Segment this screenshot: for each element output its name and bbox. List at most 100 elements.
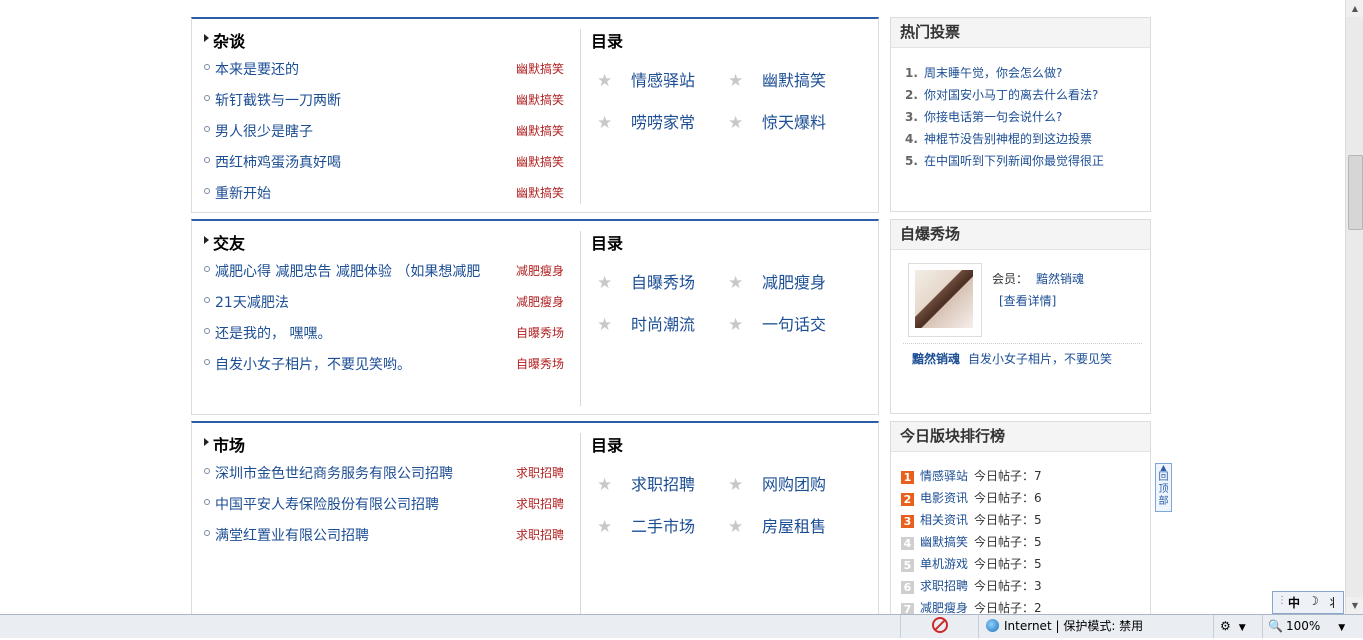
directory-link[interactable]: 惊天爆料 xyxy=(762,113,826,132)
topic-link[interactable]: 还是我的， 嘿嘿。 xyxy=(215,323,495,343)
topic-item[interactable]: 还是我的， 嘿嘿。 自曝秀场 xyxy=(204,323,564,343)
zoom-chevron-icon[interactable]: ▼ xyxy=(1338,623,1345,633)
topic-link[interactable]: 满堂红置业有限公司招聘 xyxy=(215,525,495,545)
vertical-scrollbar[interactable]: ▲ ▼ xyxy=(1345,0,1363,614)
topic-category[interactable]: 幽默搞笑 xyxy=(516,184,564,201)
board-link[interactable]: 相关资讯 xyxy=(920,513,968,527)
directory-item[interactable]: ★ 情感驿站 xyxy=(597,67,695,91)
directory-item[interactable]: ★ 自曝秀场 xyxy=(597,269,695,293)
topic-item[interactable]: 深圳市金色世纪商务服务有限公司招聘 求职招聘 xyxy=(204,463,564,483)
directory-link[interactable]: 房屋租售 xyxy=(762,517,826,536)
topic-item[interactable]: 中国平安人寿保险股份有限公司招聘 求职招聘 xyxy=(204,494,564,514)
directory-link[interactable]: 求职招聘 xyxy=(631,475,695,494)
topic-category[interactable]: 幽默搞笑 xyxy=(516,153,564,170)
directory-item[interactable]: ★ 一句话交 xyxy=(728,311,826,335)
board-link[interactable]: 求职招聘 xyxy=(920,579,968,593)
vote-item[interactable]: 2. 你对国安小马丁的离去什么看法? xyxy=(905,86,1098,103)
member-name-link[interactable]: 黯然销魂 xyxy=(1036,272,1084,286)
topic-link[interactable]: 中国平安人寿保险股份有限公司招聘 xyxy=(215,494,495,514)
member-avatar[interactable] xyxy=(908,263,982,337)
vote-link[interactable]: 你接电话第一句会说什么? xyxy=(924,110,1062,124)
topic-item[interactable]: 减肥心得 减肥忠告 减肥体验 （如果想减肥 减肥瘦身 xyxy=(204,261,564,281)
board-link[interactable]: 幽默搞笑 xyxy=(920,535,968,549)
chevron-down-icon[interactable]: ▼ xyxy=(1239,623,1246,633)
topic-item[interactable]: 本来是要还的 幽默搞笑 xyxy=(204,59,564,79)
directory-item[interactable]: ★ 网购团购 xyxy=(728,471,826,495)
directory-item[interactable]: ★ 求职招聘 xyxy=(597,471,695,495)
section-title[interactable]: 杂谈 xyxy=(204,28,245,52)
zone-cell[interactable]: Internet | 保护模式: 禁用 xyxy=(978,615,1216,638)
post-title-link[interactable]: 自发小女子相片，不要见笑 xyxy=(968,352,1112,366)
topic-item[interactable]: 西红柿鸡蛋汤真好喝 幽默搞笑 xyxy=(204,152,564,172)
topic-item[interactable]: 重新开始 幽默搞笑 xyxy=(204,183,564,203)
topic-item[interactable]: 斩钉截铁与一刀两断 幽默搞笑 xyxy=(204,90,564,110)
section-title[interactable]: 市场 xyxy=(204,432,245,456)
zoom-cell[interactable]: 🔍 100% ▼ xyxy=(1262,615,1363,638)
board-link[interactable]: 情感驿站 xyxy=(920,469,968,483)
topic-link[interactable]: 深圳市金色世纪商务服务有限公司招聘 xyxy=(215,463,495,483)
directory-item[interactable]: ★ 唠唠家常 xyxy=(597,109,695,133)
privacy-cell[interactable] xyxy=(900,615,979,638)
ime-mode-icon[interactable]: 丬 xyxy=(1327,594,1339,611)
directory-link[interactable]: 情感驿站 xyxy=(631,71,695,90)
vote-item[interactable]: 5. 在中国听到下列新闻你最觉得很正 xyxy=(905,152,1104,169)
directory-item[interactable]: ★ 时尚潮流 xyxy=(597,311,695,335)
ime-language[interactable]: 中 xyxy=(1288,594,1300,611)
topic-category[interactable]: 求职招聘 xyxy=(516,526,564,543)
topic-link[interactable]: 自发小女子相片，不要见笑哟。 xyxy=(215,354,495,374)
topic-link[interactable]: 减肥心得 减肥忠告 减肥体验 （如果想减肥 xyxy=(215,261,495,281)
vote-link[interactable]: 神棍节没告别神棍的到这边投票 xyxy=(924,132,1092,146)
topic-category[interactable]: 减肥瘦身 xyxy=(516,293,564,310)
directory-link[interactable]: 一句话交 xyxy=(762,315,826,334)
directory-link[interactable]: 自曝秀场 xyxy=(631,273,695,292)
board-link[interactable]: 减肥瘦身 xyxy=(920,601,968,614)
ime-toolbar[interactable]: ⋮ 中 ☽ 丬 xyxy=(1272,591,1344,614)
vote-link[interactable]: 周末睡午觉，你会怎么做? xyxy=(924,66,1062,80)
topic-item[interactable]: 自发小女子相片，不要见笑哟。 自曝秀场 xyxy=(204,354,564,374)
topic-item[interactable]: 21天减肥法 减肥瘦身 xyxy=(204,292,564,312)
topic-category[interactable]: 自曝秀场 xyxy=(516,324,564,341)
directory-item[interactable]: ★ 房屋租售 xyxy=(728,513,826,537)
section-title[interactable]: 交友 xyxy=(204,230,245,254)
topic-category[interactable]: 幽默搞笑 xyxy=(516,60,564,77)
topic-link[interactable]: 男人很少是瞎子 xyxy=(215,121,495,141)
directory-link[interactable]: 网购团购 xyxy=(762,475,826,494)
vote-link[interactable]: 你对国安小马丁的离去什么看法? xyxy=(924,88,1098,102)
view-details-link[interactable]: [查看详情] xyxy=(999,292,1056,309)
vote-item[interactable]: 1. 周末睡午觉，你会怎么做? xyxy=(905,64,1062,81)
directory-link[interactable]: 减肥瘦身 xyxy=(762,273,826,292)
lock-icon[interactable]: ⚙ xyxy=(1220,619,1231,633)
topic-link[interactable]: 西红柿鸡蛋汤真好喝 xyxy=(215,152,495,172)
topic-link[interactable]: 重新开始 xyxy=(215,183,495,203)
topic-link[interactable]: 本来是要还的 xyxy=(215,59,495,79)
topic-item[interactable]: 满堂红置业有限公司招聘 求职招聘 xyxy=(204,525,564,545)
directory-link[interactable]: 幽默搞笑 xyxy=(762,71,826,90)
topic-category[interactable]: 求职招聘 xyxy=(516,464,564,481)
topic-category[interactable]: 减肥瘦身 xyxy=(516,262,564,279)
board-link[interactable]: 电影资讯 xyxy=(920,491,968,505)
topic-category[interactable]: 求职招聘 xyxy=(516,495,564,512)
vote-item[interactable]: 3. 你接电话第一句会说什么? xyxy=(905,108,1062,125)
topic-category[interactable]: 幽默搞笑 xyxy=(516,122,564,139)
zoom-level[interactable]: 100% xyxy=(1286,619,1320,633)
directory-link[interactable]: 唠唠家常 xyxy=(631,113,695,132)
back-to-top-button[interactable]: ▲ 回顶部 xyxy=(1155,463,1172,512)
directory-item[interactable]: ★ 减肥瘦身 xyxy=(728,269,826,293)
post-user-link[interactable]: 黯然销魂 xyxy=(912,352,960,366)
topic-category[interactable]: 幽默搞笑 xyxy=(516,91,564,108)
topic-link[interactable]: 21天减肥法 xyxy=(215,292,495,312)
vote-link[interactable]: 在中国听到下列新闻你最觉得很正 xyxy=(924,154,1104,168)
scroll-down-icon[interactable]: ▼ xyxy=(1346,597,1363,614)
topic-item[interactable]: 男人很少是瞎子 幽默搞笑 xyxy=(204,121,564,141)
security-cell[interactable]: ⚙ ▼ xyxy=(1213,615,1265,638)
directory-link[interactable]: 时尚潮流 xyxy=(631,315,695,334)
moon-icon[interactable]: ☽ xyxy=(1308,594,1319,608)
directory-item[interactable]: ★ 幽默搞笑 xyxy=(728,67,826,91)
board-link[interactable]: 单机游戏 xyxy=(920,557,968,571)
privacy-block-icon[interactable] xyxy=(932,617,948,633)
topic-link[interactable]: 斩钉截铁与一刀两断 xyxy=(215,90,495,110)
directory-item[interactable]: ★ 二手市场 xyxy=(597,513,695,537)
scroll-thumb[interactable] xyxy=(1348,155,1363,230)
vote-item[interactable]: 4. 神棍节没告别神棍的到这边投票 xyxy=(905,130,1092,147)
topic-category[interactable]: 自曝秀场 xyxy=(516,355,564,372)
